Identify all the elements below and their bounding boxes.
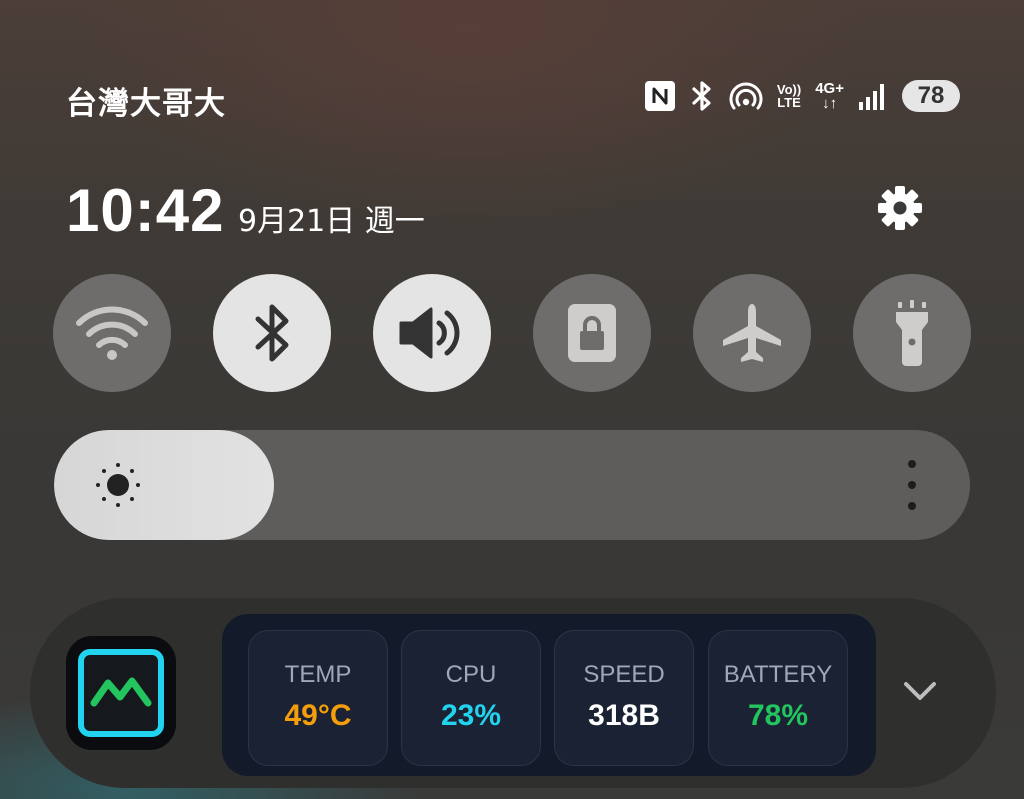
lock-icon [568,304,616,362]
volte-icon: Vo)) LTE [777,83,801,109]
date-text: 9月21日 週一 [238,204,425,239]
bluetooth-icon [255,304,289,362]
stat-value: 78% [747,699,809,732]
screen-lock-toggle[interactable] [533,274,651,392]
sound-toggle[interactable] [373,274,491,392]
stat-label: CPU [445,661,497,688]
chevron-down-icon[interactable] [900,676,940,706]
stat-label: SPEED [583,661,665,688]
gear-icon[interactable] [876,184,924,232]
status-icons: Vo)) LTE 4G+ ↓↑ 78 [644,76,960,116]
carrier-name: 台灣大哥大 [66,86,226,122]
stat-value: 49°C [284,699,352,732]
stat-value: 318B [588,699,660,732]
sun-icon [96,463,140,507]
stat-card-cpu[interactable]: CPU 23% [401,630,541,766]
hotspot-icon [729,80,763,112]
stat-card-temp[interactable]: TEMP 49°C [248,630,388,766]
4g-plus-icon: 4G+ ↓↑ [815,81,844,111]
bluetooth-icon [689,80,715,112]
stat-label: TEMP [284,661,352,688]
wifi-toggle[interactable] [53,274,171,392]
monitor-app-icon[interactable] [66,636,176,750]
flashlight-toggle[interactable] [853,274,971,392]
bluetooth-toggle[interactable] [213,274,331,392]
clock-time: 10:42 [66,177,225,244]
speaker-icon [399,307,460,359]
stat-label: BATTERY [723,661,833,688]
airplane-mode-toggle[interactable] [693,274,811,392]
signal-icon [858,81,888,111]
brightness-fill [54,430,274,540]
network-activity-text: ↓↑ [822,95,838,112]
airplane-icon [723,304,781,362]
volte-bottom-text: LTE [777,95,801,110]
stat-card-speed[interactable]: SPEED 318B [554,630,694,766]
wifi-icon [76,306,148,360]
more-vertical-icon[interactable] [904,460,920,510]
stat-card-battery[interactable]: BATTERY 78% [708,630,848,766]
flashlight-icon [896,300,928,366]
brightness-slider[interactable] [54,430,970,540]
battery-icon: 78 [902,80,960,112]
nfc-icon [644,81,675,111]
stat-value: 23% [440,699,502,732]
stats-panel: TEMP 49°C CPU 23% SPEED 318B BATTERY 78% [222,614,876,776]
